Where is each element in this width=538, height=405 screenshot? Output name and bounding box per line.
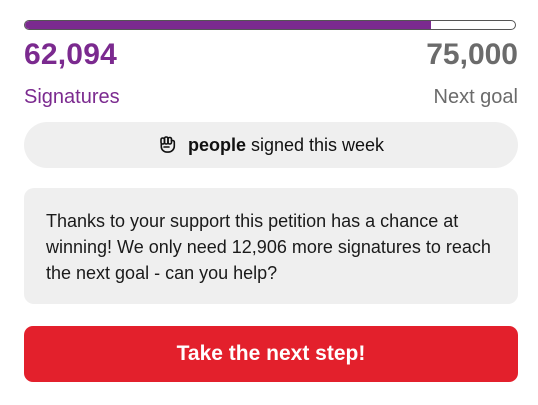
take-next-step-button[interactable]: Take the next step!: [24, 326, 518, 382]
weekly-signers-strong: people: [187, 134, 246, 155]
signature-count: 62,094: [24, 38, 117, 71]
next-goal-label: Next goal: [433, 86, 519, 108]
signature-progress-bar: [24, 20, 516, 30]
weekly-signers-badge: people signed this week: [24, 122, 518, 168]
progress-bar-fill: [25, 21, 431, 29]
support-message: Thanks to your support this petition has…: [24, 188, 518, 304]
signatures-label: Signatures: [24, 86, 120, 108]
raised-fist-icon: [158, 135, 178, 155]
goal-count: 75,000: [426, 38, 518, 71]
weekly-signers-text: signed this week: [250, 134, 385, 155]
